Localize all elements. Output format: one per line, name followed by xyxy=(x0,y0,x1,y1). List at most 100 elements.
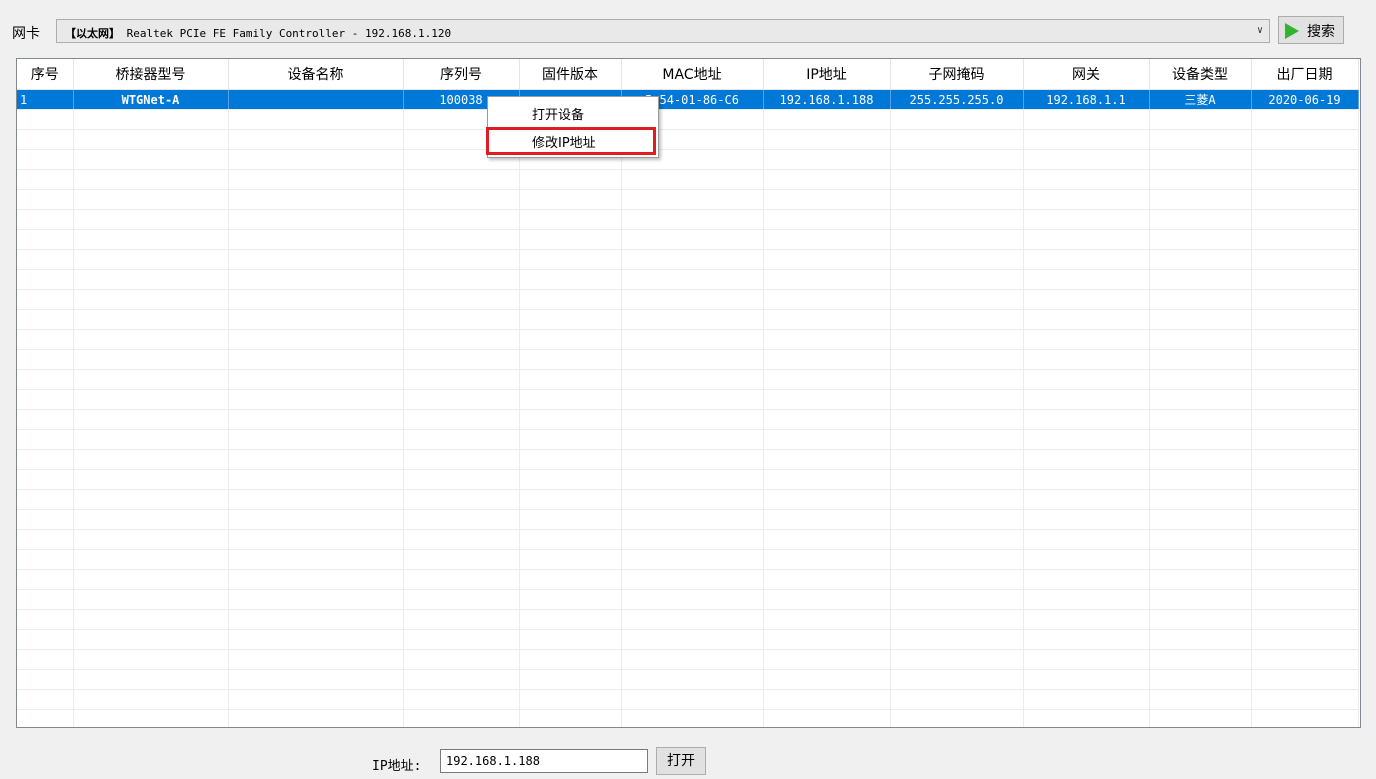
empty-row[interactable] xyxy=(17,609,1359,630)
empty-cell xyxy=(403,309,520,330)
empty-row[interactable] xyxy=(17,349,1359,370)
empty-row[interactable] xyxy=(17,169,1359,190)
highlight-box xyxy=(486,127,656,155)
empty-cell xyxy=(228,649,404,670)
empty-cell xyxy=(1023,509,1150,530)
empty-cell xyxy=(890,349,1024,370)
empty-cell xyxy=(1023,129,1150,150)
empty-cell xyxy=(1023,289,1150,310)
empty-cell xyxy=(890,129,1024,150)
col-header[interactable]: 出厂日期 xyxy=(1251,59,1359,90)
empty-row[interactable] xyxy=(17,629,1359,650)
empty-cell xyxy=(403,169,520,190)
col-header[interactable]: 固件版本 xyxy=(519,59,622,90)
empty-cell xyxy=(1149,369,1252,390)
empty-cell xyxy=(519,209,622,230)
empty-row[interactable] xyxy=(17,449,1359,470)
empty-cell xyxy=(17,669,74,690)
empty-cell xyxy=(763,369,891,390)
empty-row[interactable] xyxy=(17,209,1359,230)
cell-type: 三菱A xyxy=(1149,89,1252,110)
empty-row[interactable] xyxy=(17,129,1359,150)
empty-row[interactable] xyxy=(17,309,1359,330)
empty-cell xyxy=(228,289,404,310)
empty-row[interactable] xyxy=(17,489,1359,510)
empty-cell xyxy=(1023,369,1150,390)
col-header[interactable]: IP地址 xyxy=(763,59,891,90)
empty-row[interactable] xyxy=(17,109,1359,130)
empty-cell xyxy=(73,689,229,710)
empty-cell xyxy=(763,309,891,330)
empty-cell xyxy=(403,689,520,710)
empty-cell xyxy=(403,489,520,510)
device-table[interactable]: 序号 桥接器型号 设备名称 序列号 固件版本 MAC地址 IP地址 子网掩码 网… xyxy=(16,58,1361,728)
empty-cell xyxy=(1149,569,1252,590)
col-header[interactable]: 设备名称 xyxy=(228,59,404,90)
empty-cell xyxy=(1251,629,1359,650)
empty-cell xyxy=(621,369,764,390)
empty-row[interactable] xyxy=(17,509,1359,530)
empty-cell xyxy=(1251,549,1359,570)
empty-row[interactable] xyxy=(17,289,1359,310)
empty-cell xyxy=(17,429,74,450)
col-header[interactable]: 桥接器型号 xyxy=(73,59,229,90)
col-header[interactable]: 设备类型 xyxy=(1149,59,1252,90)
empty-cell xyxy=(519,449,622,470)
empty-row[interactable] xyxy=(17,669,1359,690)
cell-mask: 255.255.255.0 xyxy=(890,89,1024,110)
empty-row[interactable] xyxy=(17,409,1359,430)
nic-select[interactable]: 【以太网】 Realtek PCIe FE Family Controller … xyxy=(56,19,1270,43)
empty-cell xyxy=(890,549,1024,570)
open-button[interactable]: 打开 xyxy=(656,747,706,775)
empty-cell xyxy=(73,309,229,330)
empty-row[interactable] xyxy=(17,229,1359,250)
empty-row[interactable] xyxy=(17,549,1359,570)
empty-cell xyxy=(1149,189,1252,210)
empty-row[interactable] xyxy=(17,709,1359,727)
empty-cell xyxy=(519,189,622,210)
empty-cell xyxy=(890,269,1024,290)
empty-row[interactable] xyxy=(17,369,1359,390)
empty-row[interactable] xyxy=(17,249,1359,270)
col-header[interactable]: 子网掩码 xyxy=(890,59,1024,90)
empty-row[interactable] xyxy=(17,569,1359,590)
empty-row[interactable] xyxy=(17,329,1359,350)
empty-cell xyxy=(621,429,764,450)
nic-label: 网卡 xyxy=(12,26,40,42)
empty-cell xyxy=(1251,649,1359,670)
empty-row[interactable] xyxy=(17,389,1359,410)
menu-item-open-device[interactable]: 打开设备 xyxy=(532,104,584,123)
empty-row[interactable] xyxy=(17,469,1359,490)
empty-row[interactable] xyxy=(17,529,1359,550)
empty-cell xyxy=(621,229,764,250)
chevron-down-icon[interactable]: ∨ xyxy=(1257,25,1263,36)
empty-cell xyxy=(17,709,74,727)
col-header[interactable]: 网关 xyxy=(1023,59,1150,90)
empty-row[interactable] xyxy=(17,649,1359,670)
ip-input[interactable]: 192.168.1.188 xyxy=(440,749,648,773)
empty-cell xyxy=(73,269,229,290)
empty-cell xyxy=(228,409,404,430)
empty-row[interactable] xyxy=(17,429,1359,450)
empty-cell xyxy=(17,129,74,150)
table-row[interactable]: 1 WTGNet-A 100038 5-54-01-86-C6 192.168.… xyxy=(17,89,1359,110)
empty-cell xyxy=(890,329,1024,350)
empty-cell xyxy=(73,529,229,550)
empty-cell xyxy=(1251,369,1359,390)
empty-row[interactable] xyxy=(17,689,1359,710)
empty-cell xyxy=(763,589,891,610)
nic-prefix: 【以太网】 xyxy=(65,27,120,40)
empty-cell xyxy=(1149,389,1252,410)
col-header[interactable]: 序号 xyxy=(17,59,74,90)
search-button[interactable]: 搜索 xyxy=(1278,16,1344,44)
empty-cell xyxy=(1149,149,1252,170)
empty-row[interactable] xyxy=(17,589,1359,610)
empty-row[interactable] xyxy=(17,269,1359,290)
empty-cell xyxy=(228,149,404,170)
col-header[interactable]: MAC地址 xyxy=(621,59,764,90)
empty-row[interactable] xyxy=(17,189,1359,210)
empty-row[interactable] xyxy=(17,149,1359,170)
empty-cell xyxy=(403,389,520,410)
col-header[interactable]: 序列号 xyxy=(403,59,520,90)
empty-cell xyxy=(228,169,404,190)
